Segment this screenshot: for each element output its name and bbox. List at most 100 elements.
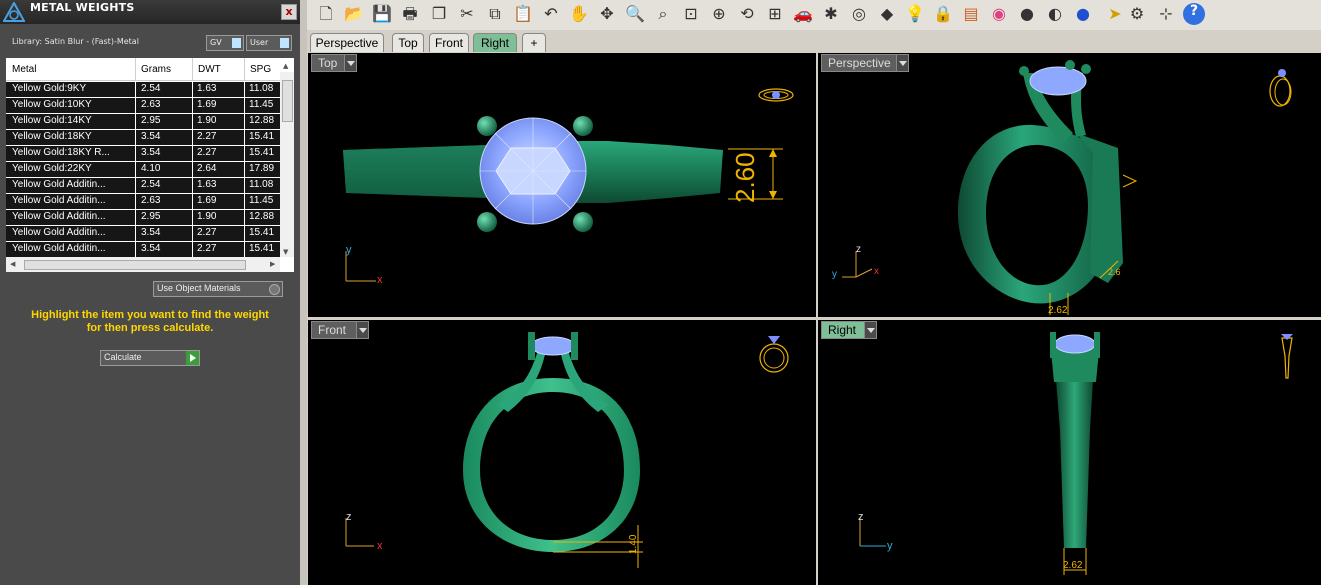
tab-top[interactable]: Top bbox=[392, 33, 424, 52]
open-folder-icon[interactable]: 📂 bbox=[343, 3, 365, 25]
zoom-extents-icon[interactable]: ⊡ bbox=[680, 3, 702, 25]
panel-splitter[interactable] bbox=[300, 0, 307, 585]
table-row[interactable]: Yellow Gold:22KY 4.10 2.64 17.89 bbox=[6, 161, 280, 177]
tab-right[interactable]: Right bbox=[473, 33, 517, 52]
view-cube-icon bbox=[759, 336, 789, 373]
column-header-metal[interactable]: Metal bbox=[12, 64, 36, 75]
explode-icon[interactable]: ✱ bbox=[820, 3, 842, 25]
table-row[interactable]: Yellow Gold:18KY R... 3.54 2.27 15.41 bbox=[6, 145, 280, 161]
vertical-scroll-thumb[interactable] bbox=[282, 80, 293, 122]
help-icon[interactable]: ? bbox=[1183, 3, 1205, 25]
table-cell-metal: Yellow Gold:22KY bbox=[12, 163, 92, 174]
cell-divider bbox=[244, 82, 245, 97]
copy-icon[interactable]: ⧉ bbox=[484, 3, 506, 25]
zoom-icon[interactable]: 🔍 bbox=[624, 3, 646, 25]
viewport-right-menu[interactable]: Right bbox=[821, 321, 877, 339]
play-icon bbox=[186, 351, 199, 365]
viewport-front[interactable]: 1.40 z x Front bbox=[308, 320, 816, 585]
rotate-icon[interactable]: ⟲ bbox=[736, 3, 758, 25]
layers-icon[interactable]: ▤ bbox=[960, 3, 982, 25]
column-header-grams[interactable]: Grams bbox=[141, 64, 171, 75]
tab-front[interactable]: Front bbox=[429, 33, 469, 52]
snap-icon[interactable]: ◎ bbox=[848, 3, 870, 25]
pointer-icon[interactable]: ➤ bbox=[1104, 3, 1126, 25]
viewport-top-menu[interactable]: Top bbox=[311, 54, 357, 72]
table-row[interactable]: Yellow Gold Additin... 2.63 1.69 11.45 bbox=[6, 193, 280, 209]
table-cell-metal: Yellow Gold Additin... bbox=[12, 227, 106, 238]
grid-snap-icon[interactable]: ⊹ bbox=[1155, 3, 1177, 25]
table-cell-metal: Yellow Gold Additin... bbox=[12, 243, 106, 254]
scroll-down-icon[interactable]: ▼ bbox=[283, 248, 288, 256]
table-cell-spg: 11.45 bbox=[249, 195, 274, 206]
dropdown-arrow-icon bbox=[896, 55, 908, 71]
column-divider bbox=[135, 58, 136, 80]
scroll-right-icon[interactable]: ▶ bbox=[270, 260, 275, 268]
app-logo-icon bbox=[3, 2, 25, 22]
instruction-line-2: for then press calculate. bbox=[86, 322, 214, 334]
user-toggle[interactable]: User bbox=[246, 35, 292, 51]
blue-sphere-icon[interactable]: ● bbox=[1072, 3, 1094, 25]
table-row[interactable]: Yellow Gold:14KY 2.95 1.90 12.88 bbox=[6, 113, 280, 129]
render-sphere-icon[interactable]: ◐ bbox=[1044, 3, 1066, 25]
column-header-dwt[interactable]: DWT bbox=[198, 64, 221, 75]
viewport-right[interactable]: 2.62 z y Right bbox=[818, 320, 1321, 585]
table-row[interactable]: Yellow Gold Additin... 3.54 2.27 15.41 bbox=[6, 225, 280, 241]
color-wheel-icon[interactable]: ◉ bbox=[988, 3, 1010, 25]
table-row[interactable]: Yellow Gold:10KY 2.63 1.69 11.45 bbox=[6, 97, 280, 113]
undo-icon[interactable]: ↶ bbox=[540, 3, 562, 25]
add-tab-button[interactable]: + bbox=[522, 33, 546, 52]
viewport-top[interactable]: 2.60 y x Top bbox=[308, 53, 816, 317]
rotate-view-icon[interactable]: ✥ bbox=[596, 3, 618, 25]
table-cell-dwt: 1.69 bbox=[197, 99, 217, 110]
table-row[interactable]: Yellow Gold:9KY 2.54 1.63 11.08 bbox=[6, 81, 280, 97]
print-icon[interactable]: 🖶 bbox=[399, 3, 421, 25]
zoom-window-icon[interactable]: ⌕ bbox=[652, 3, 674, 25]
table-cell-metal: Yellow Gold:18KY R... bbox=[12, 147, 110, 158]
copy-file-icon[interactable]: ❐ bbox=[428, 3, 450, 25]
user-toggle-indicator bbox=[280, 38, 289, 48]
cell-divider bbox=[135, 130, 136, 145]
cell-divider bbox=[192, 242, 193, 257]
cell-divider bbox=[135, 178, 136, 193]
viewport-perspective[interactable]: 2.62 2.6 z y x Perspective bbox=[818, 53, 1321, 317]
new-file-icon[interactable]: 🗋 bbox=[315, 3, 337, 25]
scroll-up-icon[interactable]: ▲ bbox=[283, 62, 288, 70]
pan-hand-icon[interactable]: ✋ bbox=[568, 3, 590, 25]
cell-divider bbox=[192, 226, 193, 241]
horizontal-scroll-thumb[interactable] bbox=[24, 260, 246, 270]
viewport-perspective-title: Perspective bbox=[828, 56, 891, 70]
viewport-perspective-menu[interactable]: Perspective bbox=[821, 54, 909, 72]
scroll-left-icon[interactable]: ◀ bbox=[10, 260, 15, 268]
shapes-icon[interactable]: ◆ bbox=[876, 3, 898, 25]
car-icon[interactable]: 🚗 bbox=[792, 3, 814, 25]
table-row[interactable]: Yellow Gold:18KY 3.54 2.27 15.41 bbox=[6, 129, 280, 145]
gv-toggle[interactable]: GV bbox=[206, 35, 244, 51]
sphere-icon[interactable]: ● bbox=[1016, 3, 1038, 25]
calculate-label: Calculate bbox=[104, 352, 142, 362]
gear-icon[interactable]: ⚙ bbox=[1126, 3, 1148, 25]
viewport-front-menu[interactable]: Front bbox=[311, 321, 369, 339]
calculate-button[interactable]: Calculate bbox=[100, 350, 200, 366]
table-cell-spg: 15.41 bbox=[249, 147, 275, 158]
table-cell-metal: Yellow Gold:18KY bbox=[12, 131, 92, 142]
column-header-spg[interactable]: SPG bbox=[250, 64, 271, 75]
panel-close-button[interactable]: x bbox=[281, 4, 297, 20]
use-object-materials-checkbox[interactable]: Use Object Materials bbox=[153, 281, 283, 297]
save-icon[interactable]: 💾 bbox=[371, 3, 393, 25]
tab-perspective[interactable]: Perspective bbox=[310, 33, 384, 52]
cell-divider bbox=[244, 226, 245, 241]
table-row[interactable]: Yellow Gold Additin... 2.95 1.90 12.88 bbox=[6, 209, 280, 225]
four-viewports-icon[interactable]: ⊞ bbox=[764, 3, 786, 25]
table-row[interactable]: Yellow Gold Additin... 3.54 2.27 15.41 bbox=[6, 241, 280, 257]
vertical-scrollbar[interactable]: ▲ ▼ bbox=[280, 62, 294, 257]
horizontal-scrollbar[interactable]: ◀ ▶ bbox=[6, 257, 280, 272]
cut-icon[interactable]: ✂ bbox=[456, 3, 478, 25]
lock-icon[interactable]: 🔒 bbox=[932, 3, 954, 25]
table-row[interactable]: Yellow Gold Additin... 2.54 1.63 11.08 bbox=[6, 177, 280, 193]
light-bulb-icon[interactable]: 💡 bbox=[904, 3, 926, 25]
instruction-line-1: Highlight the item you want to find the … bbox=[31, 309, 269, 321]
zoom-selected-icon[interactable]: ⊕ bbox=[708, 3, 730, 25]
paste-icon[interactable]: 📋 bbox=[512, 3, 534, 25]
table-cell-dwt: 1.63 bbox=[197, 83, 217, 94]
use-object-materials-indicator bbox=[269, 284, 280, 295]
